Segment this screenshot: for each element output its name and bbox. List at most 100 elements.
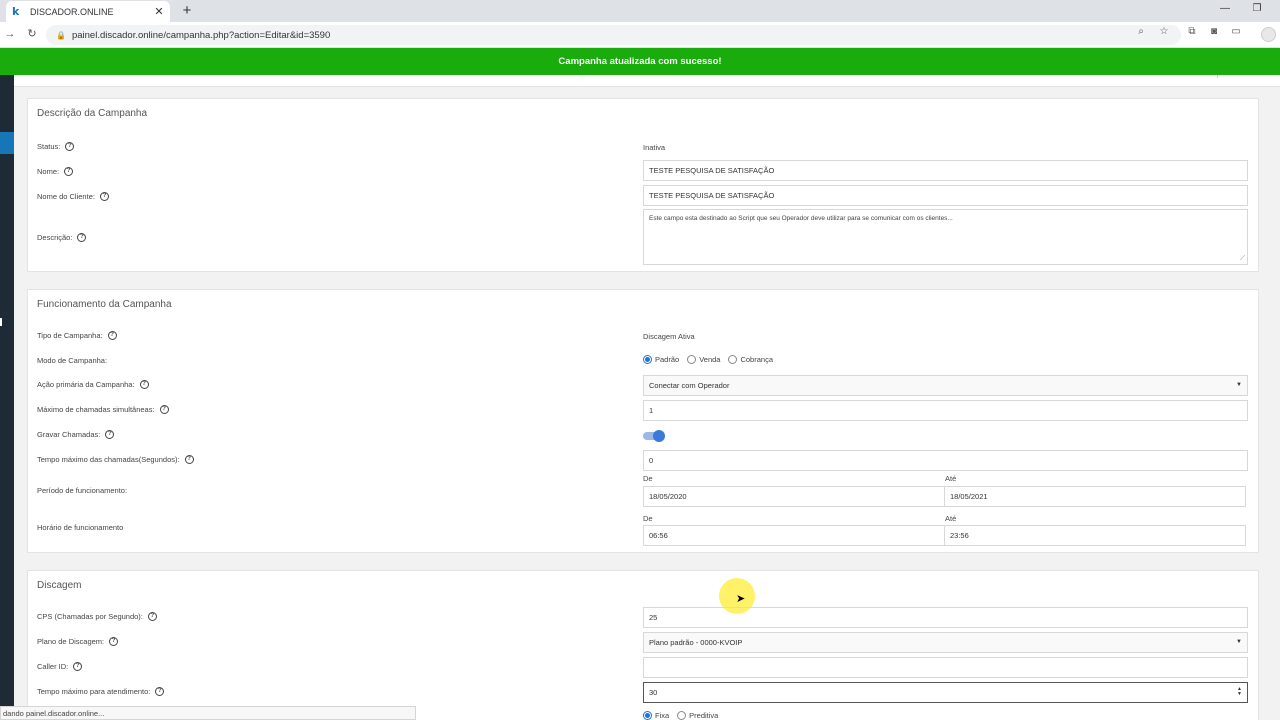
periodo-ate-label: Até bbox=[945, 474, 957, 483]
plano-select-value: Plano padrão - 0000-KVOIP bbox=[649, 638, 743, 647]
mouse-pointer-icon: ➤ bbox=[736, 592, 746, 605]
help-icon[interactable]: ? bbox=[99, 192, 109, 201]
extension-icon[interactable]: ⧉ bbox=[1186, 26, 1198, 37]
browser-tab-bar: k DISCADOR.ONLINE ✕ + — ❐ bbox=[0, 0, 1280, 22]
card-title-descricao: Descrição da Campanha bbox=[37, 108, 148, 119]
plano-select[interactable]: Plano padrão - 0000-KVOIP ▼ bbox=[643, 632, 1248, 653]
radio-venda[interactable] bbox=[687, 355, 697, 364]
acao-label: Ação primária da Campanha:? bbox=[37, 380, 149, 389]
status-text: dando painel.discador.online... bbox=[3, 708, 105, 718]
header-strip bbox=[14, 75, 1280, 87]
status-value: Inativa bbox=[643, 143, 666, 152]
help-icon[interactable]: ? bbox=[64, 167, 74, 176]
acao-select[interactable]: Conectar com Operador ▼ bbox=[643, 375, 1248, 396]
site-favicon-icon: k bbox=[12, 5, 20, 18]
periodo-label: Período de funcionamento: bbox=[37, 486, 128, 495]
left-sidebar bbox=[0, 75, 14, 720]
help-icon[interactable]: ? bbox=[73, 662, 83, 671]
help-icon[interactable]: ? bbox=[107, 331, 117, 340]
horario-de-label: De bbox=[643, 514, 653, 523]
toggle-knob bbox=[653, 430, 665, 442]
camera-icon[interactable]: ◙ bbox=[1208, 26, 1220, 37]
resize-grip-icon[interactable]: ⟋ bbox=[1240, 255, 1245, 262]
tipo-value: Discagem Ativa bbox=[643, 332, 695, 341]
browser-tab[interactable]: k DISCADOR.ONLINE ✕ bbox=[6, 1, 170, 22]
card-descricao: Descrição da Campanha Status:? Inativa N… bbox=[27, 98, 1259, 272]
window-minimize-icon[interactable]: — bbox=[1219, 3, 1231, 14]
callerid-input[interactable] bbox=[643, 657, 1248, 678]
periodo-de-input[interactable]: 18/05/2020 bbox=[643, 486, 945, 507]
descricao-label: Descrição:? bbox=[37, 233, 87, 242]
browser-address-bar: → ↻ 🔒 painel.discador.online/campanha.ph… bbox=[0, 22, 1280, 48]
periodo-de-label: De bbox=[643, 474, 653, 483]
reload-icon[interactable]: ↻ bbox=[26, 28, 38, 40]
descricao-textarea[interactable]: Este campo esta destinado ao Script que … bbox=[643, 209, 1248, 265]
cliente-label: Nome do Cliente:? bbox=[37, 192, 109, 201]
horario-de-input[interactable]: 06:56 bbox=[643, 525, 945, 546]
radio-preditiva[interactable] bbox=[677, 711, 687, 720]
help-icon[interactable]: ? bbox=[184, 455, 194, 464]
sidebar-marker bbox=[0, 318, 2, 326]
descricao-text: Este campo esta destinado ao Script que … bbox=[649, 215, 953, 222]
horario-label: Horário de funcionamento bbox=[37, 523, 124, 532]
profile-avatar[interactable] bbox=[1261, 27, 1276, 42]
spinner-arrows-icon[interactable]: ▲ ▼ bbox=[1237, 687, 1242, 697]
help-icon[interactable]: ? bbox=[159, 405, 169, 414]
card-title-funcionamento: Funcionamento da Campanha bbox=[37, 299, 172, 310]
atendimento-label: Tempo máximo para atendimento:? bbox=[37, 687, 165, 696]
card-discagem: Discagem CPS (Chamadas por Segundo):? 25… bbox=[27, 570, 1259, 720]
help-icon[interactable]: ? bbox=[77, 233, 87, 242]
horario-ate-input[interactable]: 23:56 bbox=[944, 525, 1246, 546]
help-icon[interactable]: ? bbox=[139, 380, 149, 389]
modo-radio-group: Padrão Venda Cobrança bbox=[643, 355, 781, 364]
acao-select-value: Conectar com Operador bbox=[649, 381, 730, 390]
radio-cobranca[interactable] bbox=[728, 355, 738, 364]
help-icon[interactable]: ? bbox=[147, 612, 157, 621]
atendimento-input[interactable]: 30 ▲ ▼ bbox=[643, 682, 1248, 703]
nome-input[interactable]: TESTE PESQUISA DE SATISFAÇÃO bbox=[643, 160, 1248, 181]
modo-label: Modo de Campanha: bbox=[37, 356, 108, 365]
dropdown-arrow-icon: ▼ bbox=[1236, 382, 1242, 388]
card-title-discagem: Discagem bbox=[37, 580, 82, 591]
atendimento-value: 30 bbox=[649, 688, 658, 697]
cps-label: CPS (Chamadas por Segundo):? bbox=[37, 612, 157, 621]
sidebar-active-item[interactable] bbox=[0, 132, 14, 154]
periodo-ate-input[interactable]: 18/05/2021 bbox=[944, 486, 1246, 507]
success-banner: Campanha atualizada com sucesso! bbox=[0, 48, 1280, 75]
header-divider bbox=[1217, 75, 1218, 78]
max-label: Máximo de chamadas simultâneas:? bbox=[37, 405, 169, 414]
card-funcionamento: Funcionamento da Campanha Tipo de Campan… bbox=[27, 289, 1259, 553]
zoom-search-icon[interactable]: ⌕ bbox=[1135, 26, 1147, 37]
plano-label: Plano de Discagem:? bbox=[37, 637, 119, 646]
radio-padrao[interactable] bbox=[643, 355, 652, 364]
cast-icon[interactable]: ▭ bbox=[1230, 26, 1242, 37]
new-tab-plus-icon[interactable]: + bbox=[180, 3, 194, 18]
tempo-label: Tempo máximo das chamadas(Segundos):? bbox=[37, 455, 194, 464]
url-omnibox[interactable]: 🔒 painel.discador.online/campanha.php?ac… bbox=[46, 25, 1181, 45]
callerid-label: Caller ID:? bbox=[37, 662, 83, 671]
page-content: Descrição da Campanha Status:? Inativa N… bbox=[0, 75, 1280, 720]
nome-label: Nome:? bbox=[37, 167, 74, 176]
gravar-toggle[interactable] bbox=[643, 430, 665, 442]
gravar-label: Gravar Chamadas:? bbox=[37, 430, 115, 439]
radio-fixa[interactable] bbox=[643, 711, 652, 720]
help-icon[interactable]: ? bbox=[105, 430, 115, 439]
cliente-input[interactable]: TESTE PESQUISA DE SATISFAÇÃO bbox=[643, 185, 1248, 206]
browser-status-bar: dando painel.discador.online... bbox=[0, 706, 416, 720]
tempo-input[interactable]: 0 bbox=[643, 450, 1248, 471]
help-icon[interactable]: ? bbox=[155, 687, 165, 696]
window-restore-icon[interactable]: ❐ bbox=[1251, 3, 1263, 14]
horario-ate-label: Até bbox=[945, 514, 957, 523]
discagem-tipo-radio-group: Fixa Preditiva bbox=[643, 711, 726, 720]
url-text: painel.discador.online/campanha.php?acti… bbox=[71, 29, 331, 41]
bookmark-star-icon[interactable]: ☆ bbox=[1158, 26, 1170, 37]
help-icon[interactable]: ? bbox=[109, 637, 119, 646]
forward-arrow-icon[interactable]: → bbox=[4, 28, 16, 40]
max-input[interactable]: 1 bbox=[643, 400, 1248, 421]
tab-close-icon[interactable]: ✕ bbox=[154, 5, 164, 18]
tipo-label: Tipo de Campanha:? bbox=[37, 331, 117, 340]
help-icon[interactable]: ? bbox=[65, 142, 75, 151]
dropdown-arrow-icon: ▼ bbox=[1236, 639, 1242, 645]
lock-icon: 🔒 bbox=[56, 30, 66, 40]
success-message: Campanha atualizada com sucesso! bbox=[558, 56, 722, 67]
